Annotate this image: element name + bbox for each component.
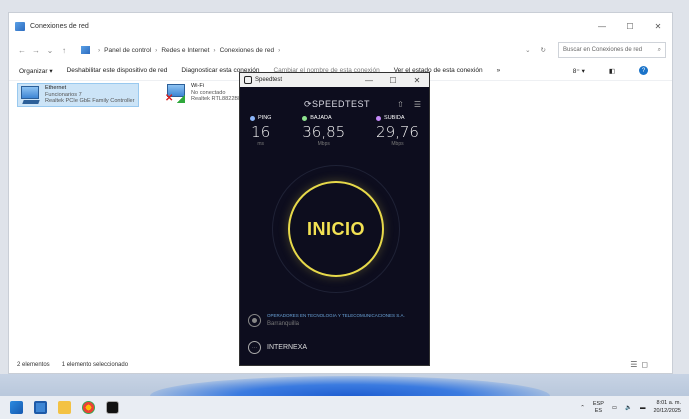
ping-metric: PING 16 ms [250, 115, 272, 147]
speedtest-header: ⟳SPEEDTEST ⇧ ☰ [240, 87, 429, 113]
battery-icon[interactable]: ▬ [640, 405, 646, 411]
forward-icon[interactable]: → [29, 46, 43, 55]
upload-unit: Mbps [391, 141, 404, 147]
network-icon[interactable]: ▭ [612, 405, 617, 411]
view-options-icon[interactable]: 8⁼ ▾ [573, 67, 585, 75]
recent-dropdown-icon[interactable]: ⌄ [43, 46, 57, 55]
ping-value: 16 [251, 123, 271, 141]
server-name: INTERNEXA [267, 344, 308, 351]
control-panel-icon [81, 46, 90, 54]
desktop-icon[interactable] [34, 401, 47, 414]
server-icon: ··· [248, 341, 261, 354]
menu-icon[interactable]: ☰ [414, 100, 421, 109]
results-row: PING 16 ms BAJADA 36,85 Mbps SUBIDA 29,7… [240, 115, 429, 147]
ping-icon [250, 115, 255, 121]
upload-icon [376, 115, 382, 121]
speedtest-app-icon [244, 76, 252, 84]
network-folder-icon [15, 21, 25, 31]
download-metric: BAJADA 36,85 Mbps [302, 115, 346, 147]
search-input[interactable]: Buscar en Conexiones de red ⌕ [558, 42, 666, 58]
share-icon[interactable]: ⇧ [397, 100, 404, 109]
tray-chevron-icon[interactable]: ⌃ [580, 405, 585, 411]
adapter-device: Realtek RTL8822BE [191, 96, 242, 103]
more-commands-button[interactable]: » [497, 67, 501, 74]
adapter-device: Realtek PCIe GbE Family Controller [45, 98, 135, 105]
close-button[interactable]: ✕ [644, 13, 672, 39]
breadcrumb-control-panel[interactable]: Panel de control [104, 47, 151, 54]
download-unit: Mbps [317, 141, 330, 147]
desktop-wallpaper [0, 374, 689, 396]
volume-icon[interactable]: 🔈 [625, 405, 632, 411]
taskbar: ⌃ ESP ES ▭ 🔈 ▬ 8:01 a. m. 20/12/2025 [0, 396, 689, 419]
speedtest-titlebar: Speedtest — ☐ ✕ [240, 73, 429, 87]
gauge-ring: INICIO [272, 165, 400, 293]
adapter-wifi[interactable]: ✕ Wi-Fi No conectado Realtek RTL8822BE [165, 83, 242, 104]
provider-city: Barranquilla [267, 321, 300, 327]
chrome-icon[interactable] [82, 401, 95, 414]
adapter-name: Ethernet [45, 85, 67, 91]
adapter-ethernet[interactable]: Ethernet Funcionarios 7 Realtek PCIe GbE… [17, 83, 139, 108]
system-tray: ⌃ ESP ES ▭ 🔈 ▬ 8:01 a. m. 20/12/2025 [580, 400, 689, 414]
chevron-down-icon[interactable]: ⌄ [525, 46, 530, 54]
speedtest-taskbar-icon[interactable] [106, 401, 119, 414]
speedtest-close-button[interactable]: ✕ [405, 76, 429, 85]
view-toggle-icons[interactable]: ☰◻ [630, 360, 652, 369]
upload-value: 29,76 [376, 123, 419, 141]
speedtest-logo: ⟳SPEEDTEST [304, 98, 371, 109]
address-row: ← → ⌄ ↑ › Panel de control › Redes e Int… [9, 39, 672, 61]
up-icon[interactable]: ↑ [57, 46, 71, 55]
server-selector[interactable]: ··· INTERNEXA [248, 341, 307, 354]
clock-date: 20/12/2025 [653, 407, 681, 414]
speedtest-maximize-button[interactable]: ☐ [381, 76, 405, 85]
disable-device-button[interactable]: Deshabilitar este dispositivo de red [67, 67, 168, 74]
help-icon[interactable]: ? [639, 66, 648, 75]
speedtest-window: Speedtest — ☐ ✕ ⟳SPEEDTEST ⇧ ☰ PING 16 m… [239, 72, 430, 366]
upload-metric: SUBIDA 29,76 Mbps [376, 115, 419, 147]
back-icon[interactable]: ← [15, 46, 29, 55]
address-bar[interactable]: › Panel de control › Redes e Internet › … [77, 42, 552, 58]
organize-button[interactable]: Organizar ▾ [19, 67, 53, 75]
speedtest-minimize-button[interactable]: — [357, 76, 381, 85]
start-test-button[interactable]: INICIO [288, 181, 384, 277]
provider-name: OPERADORES EN TECNOLOGIA Y TELECOMUNICAC… [267, 313, 405, 318]
ethernet-adapter-icon [19, 85, 41, 105]
selection-count: 1 elemento seleccionado [61, 361, 129, 368]
download-value: 36,85 [302, 123, 346, 141]
breadcrumb-network-internet[interactable]: Redes e Internet [161, 47, 209, 54]
breadcrumb-network-connections[interactable]: Conexiones de red [220, 47, 275, 54]
window-titlebar: Conexiones de red — ☐ ✕ [9, 13, 672, 39]
provider-icon [248, 313, 261, 327]
disconnected-x-icon: ✕ [165, 93, 174, 104]
clock-time: 8:01 a. m. [656, 400, 681, 407]
refresh-icon[interactable]: ↻ [541, 46, 546, 54]
preview-pane-icon[interactable]: ◧ [609, 67, 615, 75]
speedtest-title: Speedtest [255, 77, 283, 83]
windows-start-icon[interactable] [10, 401, 23, 414]
search-icon: ⌕ [657, 46, 661, 53]
search-placeholder: Buscar en Conexiones de red [563, 47, 643, 53]
minimize-button[interactable]: — [588, 13, 616, 39]
adapter-status: No conectado [191, 89, 226, 96]
maximize-button[interactable]: ☐ [616, 13, 644, 39]
download-icon [302, 115, 308, 121]
wifi-adapter-icon: ✕ [165, 83, 187, 104]
window-title: Conexiones de red [30, 22, 89, 30]
file-explorer-icon[interactable] [58, 401, 71, 414]
adapter-name: Wi-Fi [191, 83, 205, 89]
provider-info[interactable]: OPERADORES EN TECNOLOGIA Y TELECOMUNICAC… [248, 313, 405, 327]
language-indicator[interactable]: ESP ES [593, 401, 604, 414]
item-count: 2 elementos [17, 361, 50, 368]
adapter-status: Funcionarios 7 [45, 91, 82, 98]
clock[interactable]: 8:01 a. m. 20/12/2025 [653, 400, 681, 414]
ping-unit: ms [257, 141, 265, 147]
